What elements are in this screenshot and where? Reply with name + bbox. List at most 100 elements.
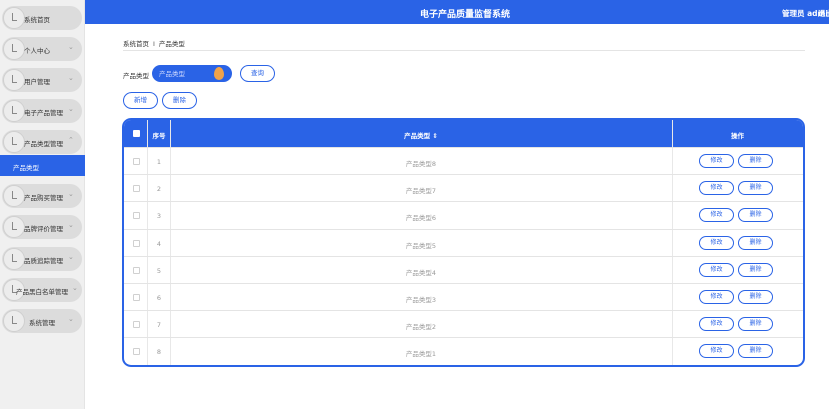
clock-icon (3, 100, 25, 122)
row-index: 2 (156, 185, 162, 194)
clock-icon (3, 38, 25, 60)
row-index: 3 (156, 212, 162, 221)
sidebar-item-electronics[interactable]: 电子产品管理 ⌄ (0, 99, 85, 123)
chevron-down-icon: ⌄ (68, 74, 74, 82)
row-edit-button[interactable]: 修改 (699, 317, 734, 332)
query-button[interactable]: 查询 (240, 65, 275, 82)
row-edit-button[interactable]: 修改 (699, 154, 734, 168)
chevron-down-icon: ⌄ (68, 190, 74, 198)
row-index: 1 (156, 158, 162, 166)
row-edit-button[interactable]: 修改 (699, 181, 734, 196)
sidebar-item-label: 个人中心 (24, 47, 50, 55)
sidebar-item-label: 产品黑白名单管理 (16, 288, 68, 296)
row-index: 4 (156, 239, 162, 248)
row-delete-button[interactable]: 删除 (738, 317, 773, 332)
clock-icon (3, 248, 25, 270)
breadcrumb-home[interactable]: 系统首页 (123, 40, 149, 48)
add-button[interactable]: 新增 (123, 92, 158, 109)
sidebar-item-label: 产品购买管理 (24, 194, 63, 202)
sidebar-item-label: 品牌评价管理 (24, 225, 63, 233)
sidebar-item-blacklist[interactable]: 产品黑白名单管理 ⌄ (0, 278, 85, 302)
clock-icon (3, 216, 25, 238)
table-row: 1 产品类型8 修改 删除 (124, 147, 803, 174)
product-type-table: 序号 产品类型 ⇕ 操作 1 产品类型8 修改 删除 2 产品类型7 修改 删除 3 产品类型6 修… (122, 118, 805, 367)
table-row: 8 产品类型1 修改 删除 (124, 337, 803, 364)
row-delete-button[interactable]: 删除 (738, 262, 773, 277)
sidebar-item-label: 电子产品管理 (24, 109, 63, 117)
row-product-type: 产品类型5 (405, 241, 437, 250)
table-row: 6 产品类型3 修改 删除 (124, 283, 803, 310)
clock-icon (3, 310, 25, 332)
chevron-down-icon: ⌄ (68, 221, 74, 229)
sidebar-item-label: 系统管理 (29, 319, 55, 327)
row-edit-button[interactable]: 修改 (699, 208, 734, 223)
row-checkbox[interactable] (133, 348, 140, 356)
row-edit-button[interactable]: 修改 (699, 235, 734, 250)
sidebar-item-product-type[interactable]: 产品类型管理 ⌃ (0, 130, 85, 154)
sidebar: 系统首页 个人中心 ⌄ 用户管理 ⌄ 电子产品管理 ⌄ 产品类型管理 ⌃ 产品类… (0, 0, 85, 409)
clock-icon (3, 185, 25, 207)
row-delete-button[interactable]: 删除 (738, 290, 773, 304)
row-checkbox[interactable] (133, 239, 140, 247)
sidebar-item-system[interactable]: 系统管理 ⌄ (0, 309, 85, 333)
logout-link[interactable]: 退出登录 (818, 8, 829, 19)
chevron-down-icon: ⌄ (72, 284, 78, 292)
row-delete-button[interactable]: 删除 (738, 181, 773, 196)
sidebar-item-label: 产品类型管理 (24, 140, 63, 148)
delete-button[interactable]: 删除 (162, 92, 197, 109)
row-edit-button[interactable]: 修改 (699, 262, 734, 277)
sidebar-subitem-product-type[interactable]: 产品类型 (0, 155, 85, 176)
row-checkbox[interactable] (133, 185, 140, 193)
sidebar-item-purchase[interactable]: 产品购买管理 ⌄ (0, 184, 85, 208)
row-product-type: 产品类型6 (405, 214, 437, 223)
cursor-pointer-icon (214, 67, 224, 80)
clock-icon (3, 131, 25, 153)
clock-icon (3, 69, 25, 91)
column-header-ops: 操作 (731, 132, 744, 140)
sidebar-item-personal-center[interactable]: 个人中心 ⌄ (0, 37, 85, 61)
table-row: 7 产品类型2 修改 删除 (124, 310, 803, 337)
row-product-type: 产品类型3 (405, 296, 437, 304)
sidebar-item-brand-review[interactable]: 品牌评价管理 ⌄ (0, 215, 85, 239)
chevron-up-icon: ⌃ (68, 136, 74, 144)
row-checkbox[interactable] (133, 321, 140, 329)
row-checkbox[interactable] (133, 266, 140, 274)
row-delete-button[interactable]: 删除 (738, 154, 773, 168)
table-row: 4 产品类型5 修改 删除 (124, 228, 803, 256)
app-title: 电子产品质量监督系统 (419, 10, 510, 20)
chevron-down-icon: ⌄ (68, 253, 74, 261)
column-header-index: 序号 (152, 132, 166, 140)
clock-icon (3, 7, 25, 29)
sidebar-item-label: 品质追踪管理 (24, 257, 63, 265)
sidebar-item-label: 用户管理 (24, 78, 50, 86)
row-index: 5 (156, 266, 162, 275)
sidebar-item-home[interactable]: 系统首页 (0, 6, 85, 30)
row-delete-button[interactable]: 删除 (738, 235, 773, 250)
chevron-down-icon: ⌄ (68, 315, 74, 323)
divider (123, 50, 805, 51)
row-delete-button[interactable]: 删除 (738, 208, 773, 223)
sidebar-item-quality-tracking[interactable]: 品质追踪管理 ⌄ (0, 247, 85, 271)
row-checkbox[interactable] (133, 294, 140, 301)
top-header: 电子产品质量监督系统 管理员 admin 退出登录 (85, 0, 829, 24)
row-product-type: 产品类型8 (405, 160, 437, 168)
column-header-name[interactable]: 产品类型 ⇕ (170, 130, 672, 140)
breadcrumb-current: 产品类型 (158, 40, 185, 48)
sidebar-subitem-label: 产品类型 (13, 164, 39, 172)
row-edit-button[interactable]: 修改 (699, 290, 734, 304)
row-checkbox[interactable] (133, 212, 140, 220)
sidebar-item-users[interactable]: 用户管理 ⌄ (0, 68, 85, 92)
row-index: 7 (156, 321, 162, 330)
table-row: 3 产品类型6 修改 删除 (124, 201, 803, 228)
row-product-type: 产品类型4 (405, 268, 437, 277)
chevron-down-icon: ⌄ (68, 43, 74, 51)
row-edit-button[interactable]: 修改 (699, 344, 734, 359)
select-all-checkbox[interactable] (133, 130, 140, 137)
table-row: 5 产品类型4 修改 删除 (124, 255, 803, 283)
row-product-type: 产品类型2 (405, 323, 437, 332)
row-product-type: 产品类型7 (405, 187, 437, 196)
row-checkbox[interactable] (133, 158, 140, 165)
breadcrumb-separator: I (153, 40, 155, 48)
row-delete-button[interactable]: 删除 (738, 344, 773, 359)
search-label: 产品类型 (123, 72, 149, 80)
